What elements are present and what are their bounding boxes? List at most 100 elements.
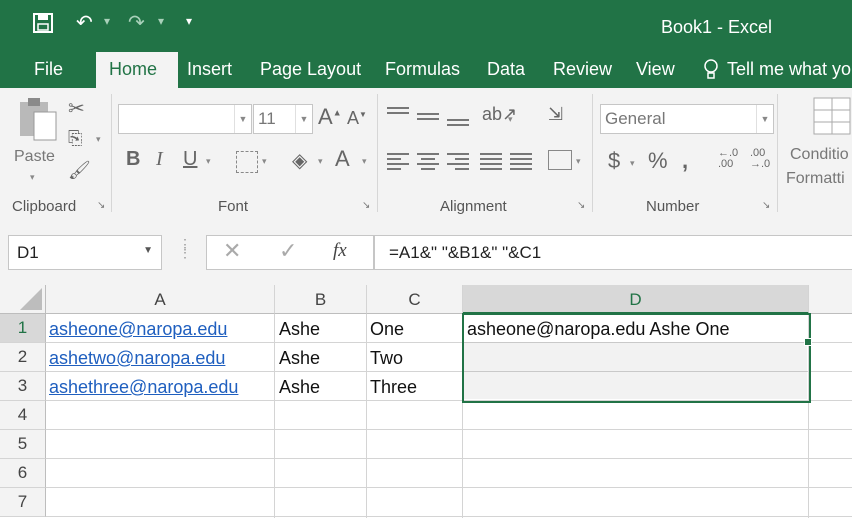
increase-indent-icon[interactable] (510, 150, 532, 173)
clipboard-launcher-icon[interactable]: ↘ (97, 200, 105, 211)
number-format-combo[interactable]: General ▼ (600, 104, 774, 134)
wrap-text-icon[interactable]: ⇲ (548, 104, 563, 125)
middle-align-icon[interactable] (417, 110, 439, 123)
number-format-dropdown-icon[interactable]: ▼ (756, 105, 773, 133)
increase-decimal-icon[interactable]: ←.0.00 (718, 148, 738, 170)
cancel-icon[interactable]: ✕ (223, 238, 241, 264)
undo-icon[interactable]: ↶ (76, 10, 93, 35)
selection-shade (464, 342, 807, 399)
format-painter-icon[interactable]: 🖌 (68, 160, 91, 181)
accounting-dropdown-icon[interactable]: ▾ (630, 158, 635, 169)
merge-dropdown-icon[interactable]: ▾ (576, 156, 581, 167)
increase-font-icon[interactable]: A▲ (318, 104, 342, 130)
fill-color-icon[interactable]: ◈ (292, 148, 307, 173)
tab-view[interactable]: View (636, 59, 675, 80)
customize-qat-icon[interactable]: ▾ (186, 14, 192, 28)
align-center-icon[interactable] (417, 150, 439, 173)
redo-dropdown-icon[interactable]: ▾ (158, 14, 164, 28)
group-separator (592, 94, 593, 212)
bold-icon[interactable]: B (126, 148, 140, 171)
clipboard-group-label: Clipboard (12, 198, 77, 215)
top-align-icon[interactable] (387, 104, 409, 117)
cell-c3[interactable]: Three (370, 372, 417, 400)
row-header-7[interactable]: 7 (0, 488, 46, 517)
tab-home[interactable]: Home (109, 59, 157, 80)
conditional-formatting-label-2[interactable]: Formatti (786, 170, 845, 188)
column-header-c[interactable]: C (367, 285, 463, 314)
undo-dropdown-icon[interactable]: ▾ (104, 14, 110, 28)
formula-input[interactable]: =A1&" "&B1&" "&C1 (374, 235, 852, 270)
font-launcher-icon[interactable]: ↘ (362, 200, 370, 211)
cell-b2[interactable]: Ashe (279, 343, 320, 371)
tell-me-search[interactable]: Tell me what yo (727, 59, 851, 80)
alignment-launcher-icon[interactable]: ↘ (577, 200, 585, 211)
tab-data[interactable]: Data (487, 59, 525, 80)
conditional-formatting-icon[interactable] (812, 96, 852, 141)
decrease-indent-icon[interactable] (480, 150, 502, 173)
accounting-format-icon[interactable]: $ (608, 148, 620, 174)
cell-a3[interactable]: ashethree@naropa.edu (49, 372, 238, 400)
font-color-icon[interactable]: A (335, 146, 350, 172)
row-header-4[interactable]: 4 (0, 401, 46, 430)
cell-c1[interactable]: One (370, 314, 404, 342)
column-header-a[interactable]: A (46, 285, 275, 314)
fill-color-dropdown-icon[interactable]: ▾ (318, 156, 323, 167)
redo-icon[interactable]: ↷ (128, 10, 145, 35)
grip-icon[interactable]: ⋮ ⋮ (178, 237, 192, 259)
font-name-combo[interactable]: ▼ (118, 104, 252, 134)
cell-a1[interactable]: asheone@naropa.edu (49, 314, 227, 342)
decrease-font-icon[interactable]: A▼ (347, 108, 367, 129)
tab-page-layout[interactable]: Page Layout (260, 59, 361, 80)
gridline (46, 487, 852, 488)
font-size-combo[interactable]: 11 ▼ (253, 104, 313, 134)
comma-style-icon[interactable]: , (682, 148, 688, 174)
tab-review[interactable]: Review (553, 59, 612, 80)
column-header-b[interactable]: B (275, 285, 367, 314)
save-icon[interactable] (32, 12, 54, 40)
row-header-6[interactable]: 6 (0, 459, 46, 488)
number-launcher-icon[interactable]: ↘ (762, 200, 770, 211)
underline-dropdown-icon[interactable]: ▾ (206, 156, 211, 167)
align-right-icon[interactable] (447, 150, 469, 173)
font-size-dropdown-icon[interactable]: ▼ (295, 105, 312, 133)
merge-center-icon[interactable] (548, 150, 572, 170)
cell-b1[interactable]: Ashe (279, 314, 320, 342)
percent-style-icon[interactable]: % (648, 148, 668, 174)
name-box-dropdown-icon[interactable]: ▼ (143, 245, 153, 256)
bottom-align-icon[interactable] (447, 116, 469, 129)
underline-icon[interactable]: U (183, 148, 197, 171)
tab-file[interactable]: File (34, 59, 63, 80)
borders-icon[interactable] (236, 151, 258, 173)
copy-dropdown-icon[interactable]: ▾ (96, 134, 101, 145)
name-box[interactable]: D1 ▼ (8, 235, 162, 270)
align-left-icon[interactable] (387, 150, 409, 173)
cell-c2[interactable]: Two (370, 343, 403, 371)
select-all-button[interactable] (0, 285, 46, 314)
tab-insert[interactable]: Insert (187, 59, 232, 80)
insert-function-icon[interactable]: fx (333, 240, 347, 262)
row-header-3[interactable]: 3 (0, 372, 46, 401)
orientation-dropdown-icon[interactable]: ▾ (508, 114, 513, 125)
font-name-dropdown-icon[interactable]: ▼ (234, 105, 251, 133)
paste-icon[interactable] (16, 96, 60, 149)
column-header-e[interactable] (809, 285, 852, 314)
paste-label[interactable]: Paste (14, 148, 55, 166)
copy-icon[interactable]: ⎘ (68, 128, 82, 149)
cell-b3[interactable]: Ashe (279, 372, 320, 400)
fill-handle[interactable] (804, 338, 812, 346)
row-header-2[interactable]: 2 (0, 343, 46, 372)
column-header-d[interactable]: D (463, 285, 809, 314)
tab-formulas[interactable]: Formulas (385, 59, 460, 80)
cell-a2[interactable]: ashetwo@naropa.edu (49, 343, 225, 371)
font-color-dropdown-icon[interactable]: ▾ (362, 156, 367, 167)
row-header-5[interactable]: 5 (0, 430, 46, 459)
enter-icon[interactable]: ✓ (279, 238, 297, 264)
decrease-decimal-icon[interactable]: .00 →.0 (750, 148, 770, 170)
paste-dropdown-icon[interactable]: ▾ (30, 172, 35, 183)
italic-icon[interactable]: I (156, 148, 163, 171)
borders-dropdown-icon[interactable]: ▾ (262, 156, 267, 167)
conditional-formatting-label-1[interactable]: Conditio (790, 146, 849, 164)
formula-buttons: ✕ ✓ fx (206, 235, 374, 270)
cut-icon[interactable]: ✂ (68, 96, 85, 121)
row-header-1[interactable]: 1 (0, 314, 46, 343)
